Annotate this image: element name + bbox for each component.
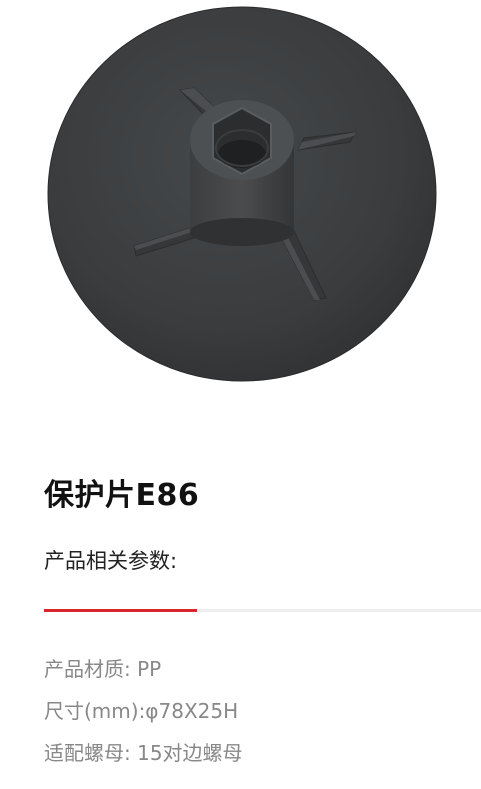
product-image [44, 0, 448, 392]
spec-size: 尺寸(mm):φ78X25H [44, 699, 239, 723]
divider-accent [44, 609, 197, 612]
product-title: 保护片E86 [44, 478, 200, 513]
divider [44, 609, 481, 612]
spec-list: 产品材质: PP 尺寸(mm):φ78X25H 适配螺母: 15对边螺母 [44, 648, 243, 774]
spec-material: 产品材质: PP [44, 657, 162, 681]
hub-shape [190, 100, 294, 246]
params-heading: 产品相关参数: [44, 549, 178, 573]
spec-nut: 适配螺母: 15对边螺母 [44, 741, 243, 765]
